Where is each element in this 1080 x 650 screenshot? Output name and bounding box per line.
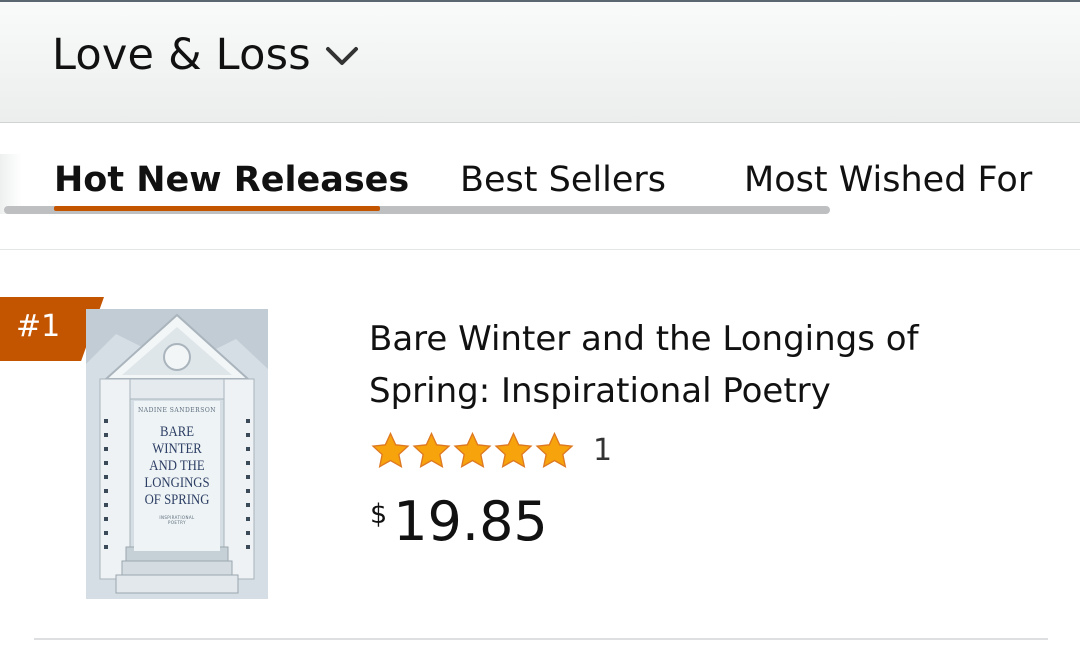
category-selector[interactable]: Love & Loss bbox=[52, 30, 359, 80]
cover-title: BARE WINTER AND THE LONGINGS OF SPRING bbox=[144, 424, 210, 508]
star-icon bbox=[371, 431, 410, 468]
cover-title-panel: Nadine Sanderson BARE WINTER AND THE LON… bbox=[134, 401, 220, 551]
scroll-fade bbox=[0, 154, 22, 214]
price: $ 19.85 bbox=[370, 491, 548, 553]
chevron-down-icon bbox=[325, 45, 359, 71]
rank-text: #1 bbox=[16, 309, 61, 344]
star-icon bbox=[453, 431, 492, 468]
active-tab-underline bbox=[54, 206, 380, 211]
star-icon bbox=[535, 431, 574, 468]
list-divider bbox=[34, 638, 1048, 640]
star-icon bbox=[494, 431, 533, 468]
tab-hot-new-releases[interactable]: Hot New Releases bbox=[54, 160, 409, 200]
tab-most-wished-for[interactable]: Most Wished For bbox=[744, 160, 1032, 200]
tab-best-sellers[interactable]: Best Sellers bbox=[460, 160, 666, 200]
tab-bar: Hot New Releases Best Sellers Most Wishe… bbox=[0, 124, 1080, 250]
star-icon bbox=[412, 431, 451, 468]
star-rating[interactable] bbox=[370, 431, 575, 471]
book-cover-image[interactable]: Nadine Sanderson BARE WINTER AND THE LON… bbox=[86, 309, 268, 599]
price-value: 19.85 bbox=[393, 490, 548, 553]
list-item[interactable]: #1 NADINE SANDERSON BARE WINTER AND THE … bbox=[0, 251, 1080, 641]
cover-subtitle: INSPIRATIONAL POETRY bbox=[159, 515, 195, 525]
rating-count[interactable]: 1 bbox=[593, 433, 612, 468]
category-label: Love & Loss bbox=[52, 30, 311, 80]
price-currency-symbol: $ bbox=[370, 499, 388, 530]
product-title-link[interactable]: Bare Winter and the Longings of Spring: … bbox=[369, 313, 1009, 417]
category-header: Love & Loss bbox=[0, 0, 1080, 123]
cover-author: Nadine Sanderson bbox=[138, 407, 216, 414]
